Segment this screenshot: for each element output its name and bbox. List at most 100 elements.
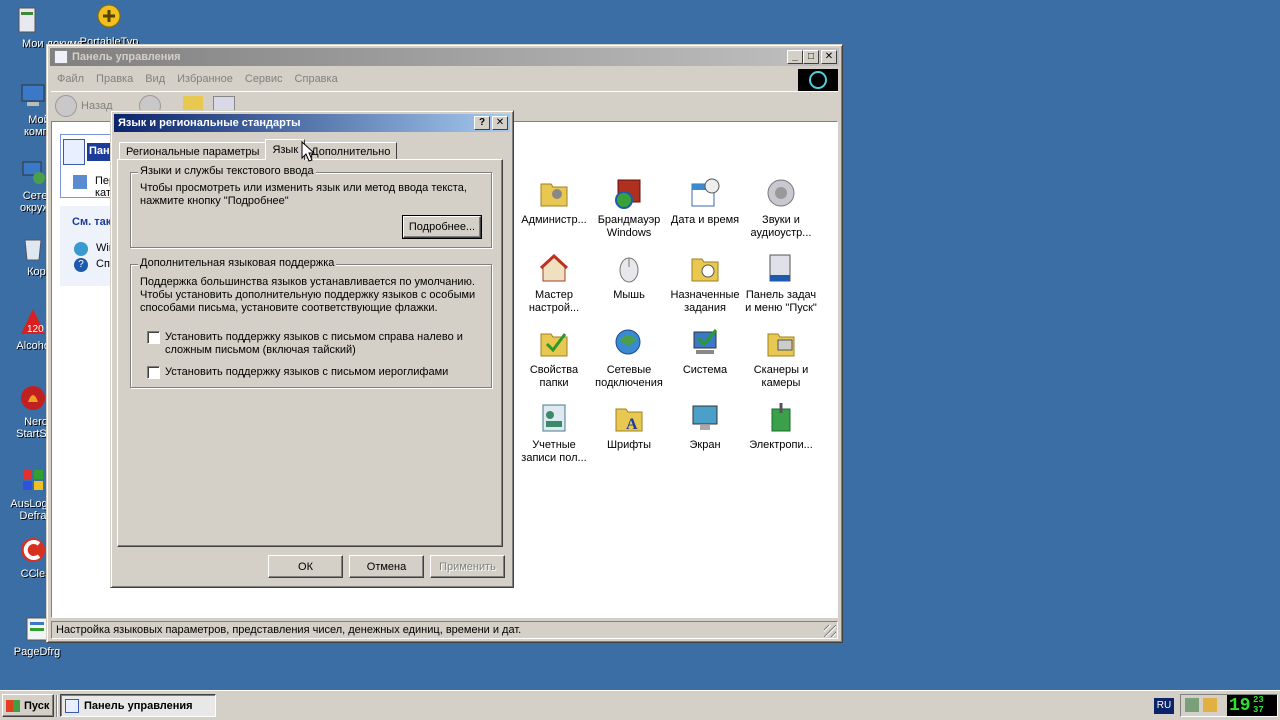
menu-bar: Файл Правка Вид Избранное Сервис Справка	[51, 69, 344, 89]
taskbar-icon	[764, 251, 798, 285]
cp-item-power[interactable]: Электропи...	[743, 401, 819, 452]
system-tray: 19 23 37	[1180, 694, 1278, 717]
network-connections-icon	[612, 326, 646, 360]
cp-item-system[interactable]: Система	[667, 326, 743, 377]
tray-clock[interactable]: 19 23 37	[1227, 695, 1277, 716]
cp-item-admin-tools[interactable]: Администр...	[516, 176, 592, 227]
clock-minutes-1: 23	[1253, 695, 1264, 705]
dialog-titlebar[interactable]: Язык и региональные стандарты ? ✕	[114, 114, 510, 132]
cp-item-date-time[interactable]: Дата и время	[667, 176, 743, 227]
cp-item-label: Мастер настрой...	[528, 289, 580, 314]
cp-item-label: Звуки и аудиоустр...	[750, 214, 812, 239]
back-button[interactable]: Назад	[55, 95, 113, 117]
mouse-cursor-icon	[301, 140, 316, 166]
control-panel-title: Панель управления	[72, 51, 181, 63]
cp-item-scanners[interactable]: Сканеры и камеры	[743, 326, 819, 390]
supplemental-language-group-title: Дополнительная языковая поддержка	[138, 257, 337, 269]
dialog-close-button[interactable]: ✕	[492, 116, 508, 130]
text-services-group: Языки и службы текстового ввода Чтобы пр…	[130, 165, 492, 248]
date-time-icon	[688, 176, 722, 210]
apply-button[interactable]: Применить	[430, 555, 505, 578]
cp-item-network-connections[interactable]: Сетевые подключения	[591, 326, 667, 390]
firewall-icon	[612, 176, 646, 210]
regional-settings-dialog[interactable]: Язык и региональные стандарты ? ✕ Регион…	[110, 110, 514, 588]
switch-view-icon	[73, 175, 87, 189]
user-accounts-icon	[537, 401, 571, 435]
system-icon	[688, 326, 722, 360]
clock-hours: 19	[1229, 696, 1251, 716]
menu-file[interactable]: Файл	[51, 73, 90, 85]
cp-item-firewall[interactable]: Брандмауэр Windows	[591, 176, 667, 240]
menu-view[interactable]: Вид	[139, 73, 171, 85]
cp-item-display[interactable]: Экран	[667, 401, 743, 452]
desktop-icon-portable[interactable]: PortableTyp	[74, 2, 144, 48]
tab-languages[interactable]: Язык	[265, 139, 306, 160]
control-panel-icon	[63, 139, 85, 165]
windows-update-icon	[74, 242, 88, 256]
folder-options-icon	[537, 326, 571, 360]
back-arrow-icon	[55, 95, 77, 117]
mouse-icon	[612, 251, 646, 285]
start-label: Пуск	[24, 699, 50, 712]
switch-view-link-2[interactable]: кат	[95, 187, 111, 199]
cp-item-folder-options[interactable]: Свойства папки	[516, 326, 592, 390]
cp-item-scheduled-tasks[interactable]: Назначенные задания	[667, 251, 743, 315]
cp-item-label: Система	[682, 364, 728, 376]
supplemental-language-group: Дополнительная языковая поддержка Поддер…	[130, 257, 492, 388]
my-computer-icon	[17, 80, 49, 112]
windows-flag-icon	[6, 699, 20, 712]
cancel-button[interactable]: Отмена	[349, 555, 424, 578]
east-asian-checkbox[interactable]	[147, 366, 160, 379]
ok-button[interactable]: ОК	[268, 555, 343, 578]
cp-item-sounds[interactable]: Звуки и аудиоустр...	[743, 176, 819, 240]
resize-grip-icon[interactable]	[824, 625, 836, 637]
admin-tools-icon	[537, 176, 571, 210]
taskbar-task-control-panel[interactable]: Панель управления	[60, 694, 216, 717]
start-button[interactable]: Пуск	[2, 694, 54, 717]
minimize-button[interactable]: _	[787, 50, 803, 64]
cp-item-label: Брандмауэр Windows	[597, 214, 661, 239]
nero-icon	[17, 382, 49, 414]
menu-help[interactable]: Справка	[289, 73, 344, 85]
display-icon	[688, 401, 722, 435]
back-label: Назад	[81, 100, 113, 112]
control-panel-titlebar[interactable]: Панель управления _ □ ✕	[50, 48, 839, 66]
cp-item-label: Сканеры и камеры	[753, 364, 809, 389]
svg-text:120: 120	[27, 324, 44, 335]
cp-item-network-wizard[interactable]: Мастер настрой...	[516, 251, 592, 315]
cp-item-label: Администр...	[521, 214, 587, 226]
tab-advanced[interactable]: Дополнительно	[304, 142, 398, 160]
cp-item-taskbar[interactable]: Панель задач и меню "Пуск"	[743, 251, 819, 315]
text-services-group-title: Языки и службы текстового ввода	[138, 165, 316, 177]
east-asian-label[interactable]: Установить поддержку языков с письмом ие…	[165, 366, 483, 379]
cp-item-fonts[interactable]: A Шрифты	[591, 401, 667, 452]
cp-item-label: Экран	[689, 439, 721, 451]
see-also-title: См. так	[72, 216, 112, 228]
tab-regional-options[interactable]: Региональные параметры	[119, 142, 267, 160]
details-button[interactable]: Подробнее...	[402, 215, 482, 239]
rtl-complex-script-checkbox[interactable]	[147, 331, 160, 344]
taskbar: Пуск Панель управления RU 19 23 37	[0, 690, 1280, 720]
close-button[interactable]: ✕	[821, 50, 837, 64]
help-support-icon: ?	[74, 258, 88, 272]
cp-item-mouse[interactable]: Мышь	[591, 251, 667, 302]
tray-network-icon[interactable]	[1185, 698, 1199, 712]
cp-item-user-accounts[interactable]: Учетные записи пол...	[516, 401, 592, 465]
maximize-button[interactable]: □	[803, 50, 819, 64]
languages-tab-page: Языки и службы текстового ввода Чтобы пр…	[117, 159, 503, 547]
scheduled-tasks-icon	[688, 251, 722, 285]
recycle-bin-icon	[17, 232, 49, 264]
tray-tools-icon[interactable]	[1203, 698, 1217, 712]
help-button[interactable]: ?	[474, 116, 490, 130]
task-label: Панель управления	[84, 699, 193, 712]
menu-tools[interactable]: Сервис	[239, 73, 289, 85]
rtl-complex-script-label[interactable]: Установить поддержку языков с письмом сп…	[165, 331, 483, 357]
language-indicator[interactable]: RU	[1154, 698, 1174, 714]
menu-edit[interactable]: Правка	[90, 73, 139, 85]
cp-item-label: Шрифты	[606, 439, 652, 451]
windows-logo-icon	[798, 69, 838, 91]
alcohol-icon: 120	[17, 306, 49, 338]
svg-text:A: A	[626, 416, 638, 433]
supplemental-language-description: Поддержка большинства языков устанавлива…	[140, 276, 476, 314]
menu-favorites[interactable]: Избранное	[171, 73, 239, 85]
